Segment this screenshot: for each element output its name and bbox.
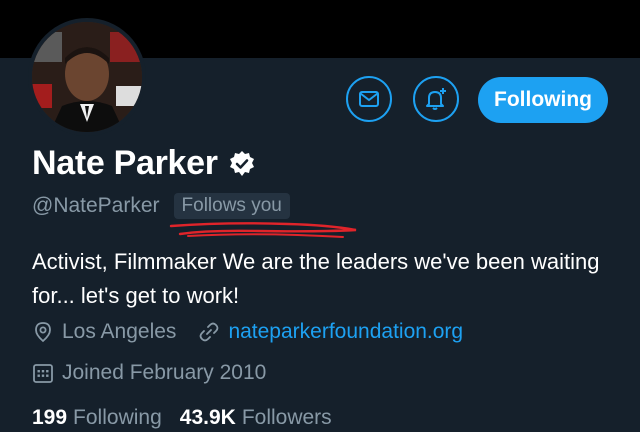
following-button[interactable]: Following: [478, 77, 608, 123]
followers-stat[interactable]: 43.9K Followers: [180, 406, 332, 430]
handle-row: @NateParker Follows you: [32, 193, 290, 219]
joined-date: Joined February 2010: [62, 361, 267, 384]
followers-count: 43.9K: [179, 406, 236, 429]
envelope-icon: [359, 91, 379, 107]
red-underline-annotation: [169, 222, 357, 238]
following-stat[interactable]: 199 Following: [32, 406, 162, 430]
website-link[interactable]: nateparkerfoundation.org: [228, 320, 463, 344]
calendar-icon: [33, 364, 53, 383]
joined-row: Joined February 2010: [32, 361, 266, 385]
handle: @NateParker: [32, 194, 160, 217]
bio: Activist, Filmmaker We are the leaders w…: [32, 249, 600, 308]
location-pin-icon: [35, 322, 51, 343]
following-label: Following: [73, 406, 162, 429]
bell-plus-icon: [426, 88, 446, 110]
following-count: 199: [32, 406, 68, 429]
location-website-row: Los Angeles nateparkerfoundation.org: [32, 320, 463, 344]
link-icon: [200, 322, 219, 342]
verified-badge-icon: [229, 150, 254, 176]
message-button[interactable]: [346, 76, 392, 122]
follows-you-badge: Follows you: [173, 193, 290, 219]
display-name: Nate Parker: [32, 144, 218, 182]
location: Los Angeles: [62, 320, 177, 343]
name-row: Nate Parker: [32, 144, 256, 183]
notifications-button[interactable]: [413, 76, 459, 122]
stats-row: 199 Following 43.9K Followers: [32, 406, 350, 430]
followers-label: Followers: [241, 406, 332, 429]
website[interactable]: nateparkerfoundation.org: [198, 320, 463, 344]
avatar[interactable]: [28, 18, 146, 136]
